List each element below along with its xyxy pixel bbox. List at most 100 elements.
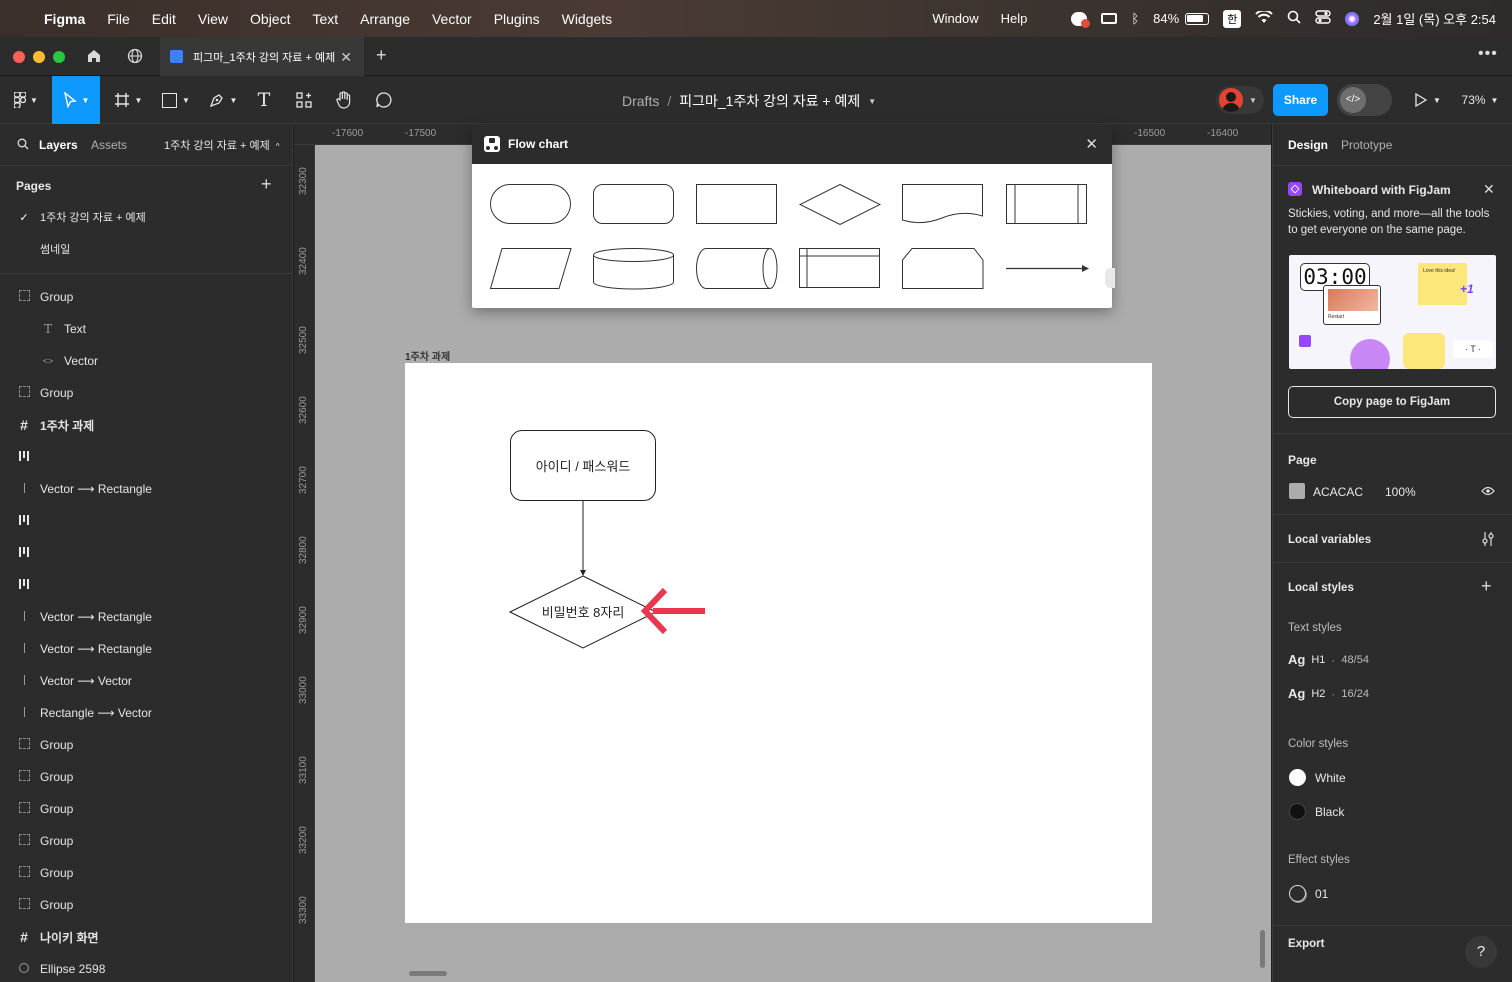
present-button[interactable]: ▼: [1408, 76, 1448, 124]
frame-week1-assignment[interactable]: 아이디 / 패스워드 비밀번호 8자리: [405, 363, 1152, 923]
home-icon[interactable]: [86, 48, 102, 67]
search-icon[interactable]: [17, 138, 29, 153]
window-close-button[interactable]: [13, 51, 25, 63]
menu-arrange[interactable]: Arrange: [360, 11, 410, 27]
comment-tool-button[interactable]: [370, 76, 398, 124]
move-tool-button[interactable]: ▼: [52, 76, 100, 124]
page-item-active[interactable]: ✓ 1주차 강의 자료 + 예제: [0, 201, 292, 233]
shape-horizontal-cylinder[interactable]: [696, 248, 778, 289]
shape-off-page-connector[interactable]: [902, 248, 984, 289]
breadcrumb-file-name[interactable]: 피그마_1주차 강의 자료 + 예제: [679, 91, 860, 111]
layer-row[interactable]: #1주차 과제: [0, 409, 292, 441]
window-zoom-button[interactable]: [53, 51, 65, 63]
menu-text[interactable]: Text: [312, 11, 338, 27]
layer-row[interactable]: [0, 505, 292, 537]
shape-tool-button[interactable]: ▼: [158, 76, 194, 124]
layer-row[interactable]: [0, 537, 292, 569]
window-minimize-button[interactable]: [33, 51, 45, 63]
scroll-handle[interactable]: [1105, 268, 1115, 288]
color-style-item[interactable]: White: [1289, 769, 1346, 786]
eye-icon[interactable]: [1481, 485, 1495, 499]
variables-settings-icon[interactable]: [1481, 531, 1495, 550]
page-opacity-value[interactable]: 100%: [1385, 485, 1416, 499]
shape-rectangle[interactable]: [696, 184, 778, 225]
tab-layers[interactable]: Layers: [39, 138, 78, 152]
community-globe-icon[interactable]: [127, 48, 143, 67]
local-variables-title[interactable]: Local variables: [1288, 534, 1371, 546]
tab-assets[interactable]: Assets: [91, 138, 127, 152]
menu-object[interactable]: Object: [250, 11, 290, 27]
bluetooth-icon[interactable]: ᛒ: [1131, 11, 1139, 26]
add-page-icon[interactable]: +: [261, 174, 272, 195]
tab-design[interactable]: Design: [1288, 138, 1328, 152]
menu-vector[interactable]: Vector: [432, 11, 472, 27]
menu-view[interactable]: View: [198, 11, 228, 27]
layer-row[interactable]: Group: [0, 857, 292, 889]
menu-help[interactable]: Help: [1001, 11, 1028, 26]
menu-app-name[interactable]: Figma: [44, 11, 85, 27]
layer-row[interactable]: Vector ⟶ Rectangle: [0, 601, 292, 633]
more-options-icon[interactable]: •••: [1478, 45, 1498, 63]
page-color-value[interactable]: ACACAC: [1313, 485, 1363, 499]
color-style-item[interactable]: Black: [1289, 803, 1344, 820]
menu-plugins[interactable]: Plugins: [494, 11, 540, 27]
notification-icon[interactable]: [1071, 11, 1091, 28]
tab-prototype[interactable]: Prototype: [1341, 138, 1392, 152]
add-style-icon[interactable]: +: [1481, 576, 1492, 597]
layer-row[interactable]: Group: [0, 761, 292, 793]
layer-row[interactable]: Group: [0, 825, 292, 857]
help-button[interactable]: ?: [1465, 936, 1497, 968]
flow-connector[interactable]: [577, 501, 589, 577]
shape-parallelogram[interactable]: [490, 248, 572, 289]
shape-rounded-rectangle[interactable]: [593, 184, 675, 225]
horizontal-scrollbar[interactable]: [409, 971, 447, 976]
close-icon[interactable]: ✕: [1483, 181, 1495, 198]
shape-predefined-process[interactable]: [1006, 184, 1088, 225]
page-selector[interactable]: 1주차 강의 자료 + 예제 ^: [164, 137, 280, 153]
menu-edit[interactable]: Edit: [152, 11, 176, 27]
layer-row[interactable]: Group: [0, 377, 292, 409]
shape-database-cylinder[interactable]: [593, 248, 675, 290]
flow-node-login[interactable]: 아이디 / 패스워드: [510, 430, 656, 501]
shape-internal-storage[interactable]: [799, 248, 881, 289]
close-icon[interactable]: ✕: [1085, 135, 1098, 153]
shape-document[interactable]: [902, 184, 984, 225]
layer-row[interactable]: Ellipse 2598: [0, 953, 292, 982]
ime-indicator[interactable]: 한: [1223, 9, 1242, 28]
layer-row[interactable]: <> Vector: [0, 345, 292, 377]
wifi-icon[interactable]: [1255, 9, 1274, 27]
shape-connector-arrow[interactable]: [1006, 248, 1090, 289]
frame-tool-button[interactable]: ▼: [110, 76, 146, 124]
menu-file[interactable]: File: [107, 11, 130, 27]
layer-row[interactable]: # 나이키 화면: [0, 921, 292, 953]
text-style-item[interactable]: Ag H1 · 48/54: [1288, 652, 1369, 667]
red-arrow-annotation[interactable]: [639, 586, 707, 636]
hand-tool-button[interactable]: [330, 76, 358, 124]
layer-row[interactable]: [0, 441, 292, 473]
shape-terminal-pill[interactable]: [490, 184, 572, 225]
layer-row[interactable]: Vector ⟶ Rectangle: [0, 633, 292, 665]
menubar-datetime[interactable]: 2월 1일 (목) 오후 2:54: [1373, 9, 1496, 28]
tab-close-icon[interactable]: ✕: [340, 49, 352, 66]
breadcrumb-drafts[interactable]: Drafts: [622, 93, 659, 109]
user-avatar-menu[interactable]: ▼: [1216, 86, 1264, 114]
shape-diamond[interactable]: [799, 184, 881, 225]
menu-widgets[interactable]: Widgets: [562, 11, 613, 27]
siri-icon[interactable]: [1345, 11, 1360, 26]
text-style-item[interactable]: Ag H2 · 16/24: [1288, 686, 1369, 701]
zoom-menu[interactable]: 73% ▼: [1456, 76, 1504, 124]
dev-mode-toggle[interactable]: </>: [1337, 84, 1392, 116]
menu-window[interactable]: Window: [932, 11, 978, 26]
display-icon[interactable]: [1101, 13, 1118, 24]
share-button[interactable]: Share: [1273, 84, 1328, 116]
layer-row[interactable]: Rectangle ⟶ Vector: [0, 697, 292, 729]
resources-tool-button[interactable]: [290, 76, 318, 124]
main-menu-button[interactable]: ▼: [8, 76, 44, 124]
battery-icon[interactable]: [1185, 12, 1210, 25]
pen-tool-button[interactable]: ▼: [204, 76, 242, 124]
text-tool-button[interactable]: T: [250, 76, 278, 124]
page-item[interactable]: 썸네일: [0, 233, 292, 265]
spotlight-search-icon[interactable]: [1287, 10, 1301, 27]
layer-row[interactable]: Group: [0, 889, 292, 921]
copy-to-figjam-button[interactable]: Copy page to FigJam: [1288, 386, 1496, 418]
